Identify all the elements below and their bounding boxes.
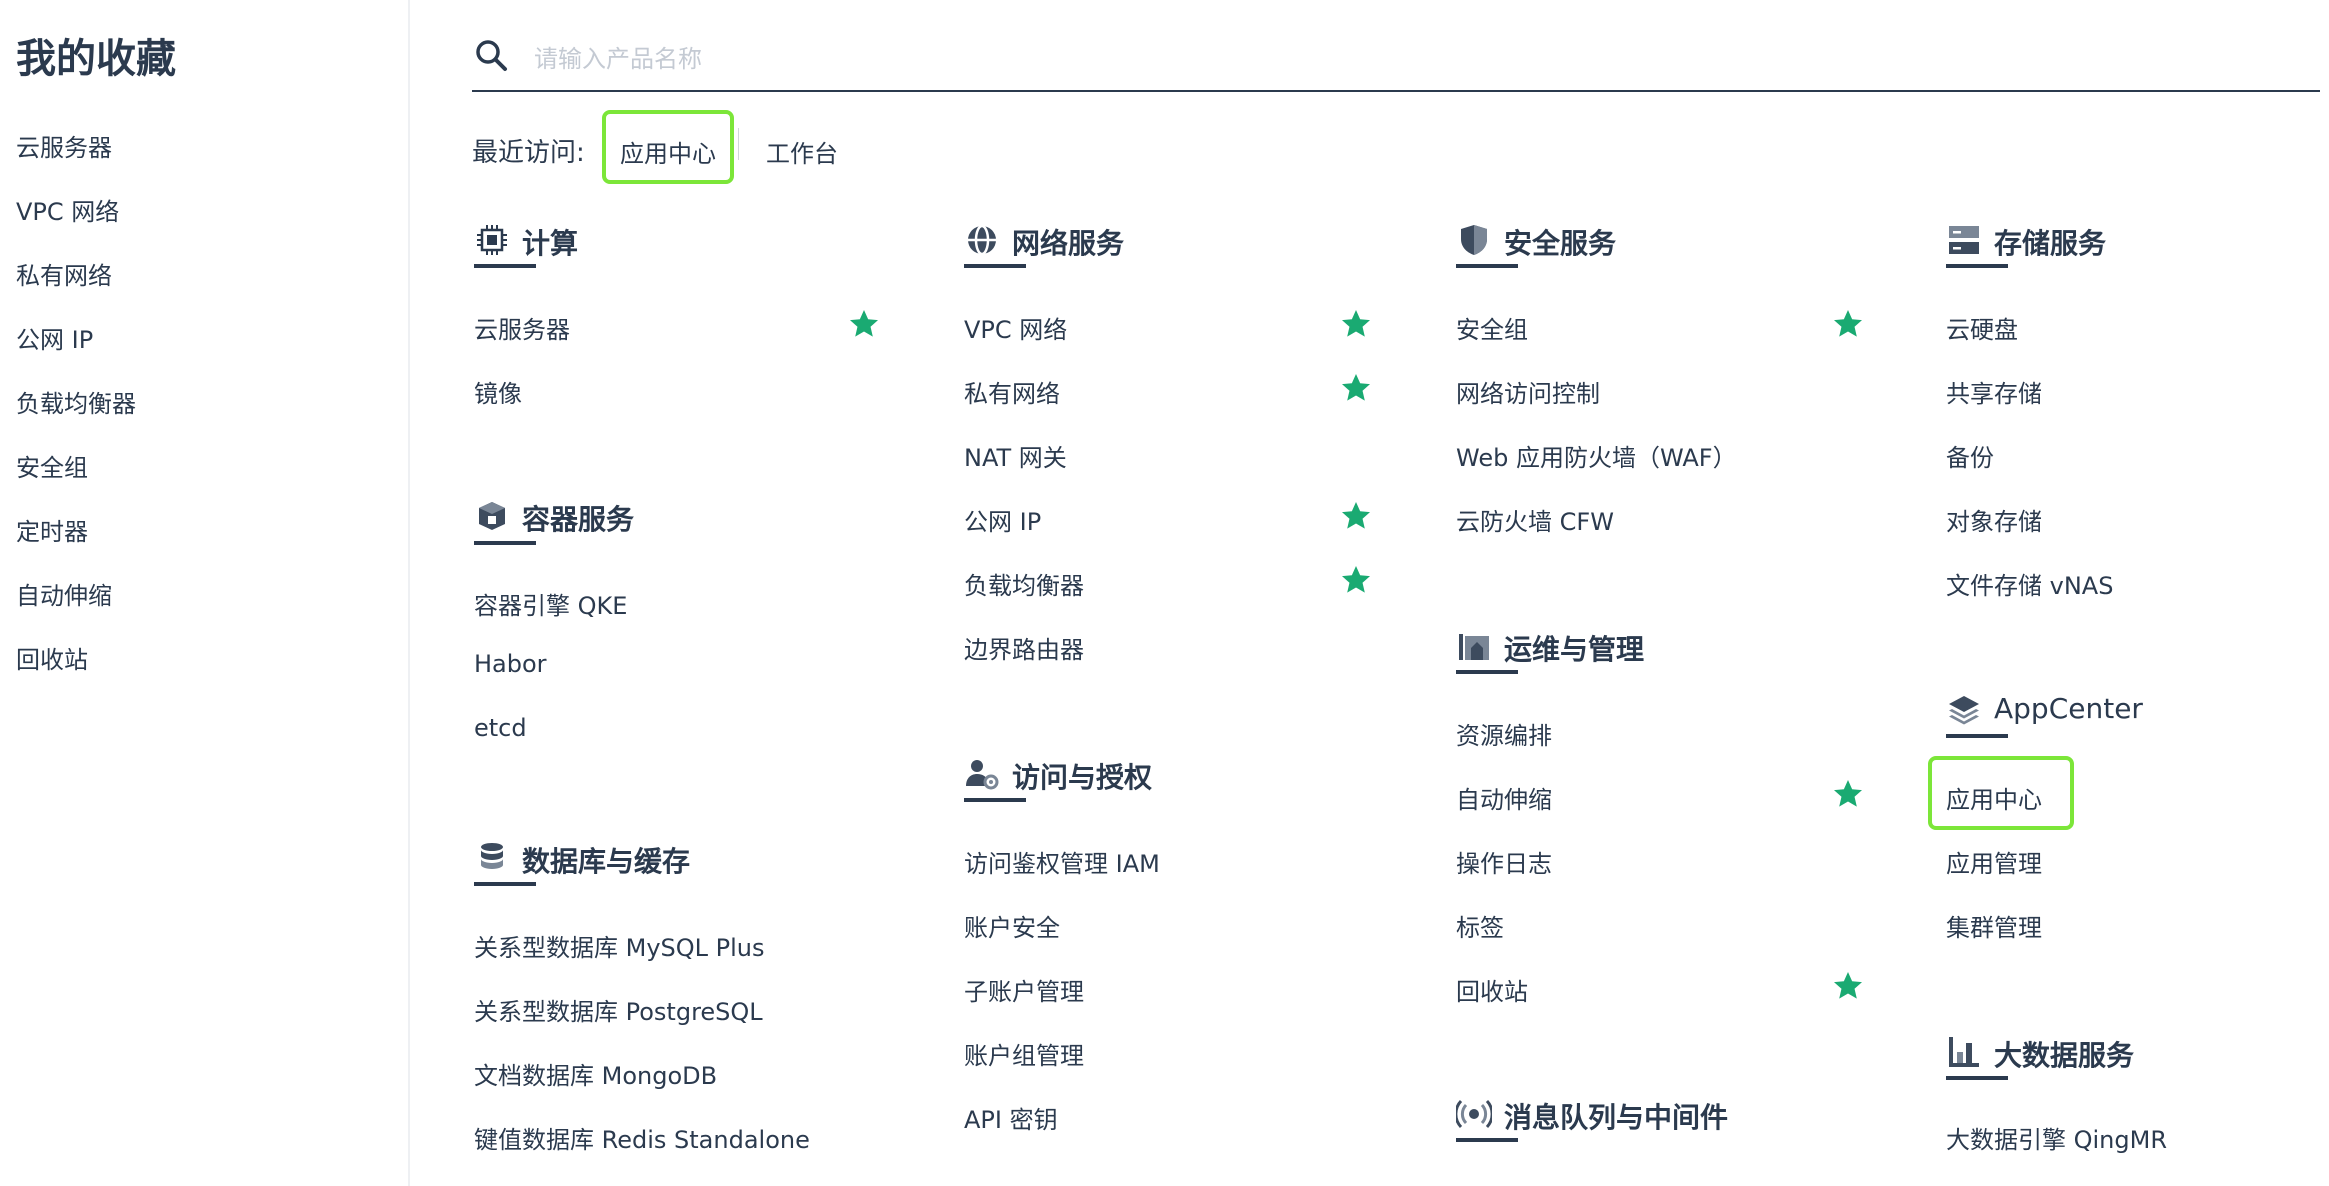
item-border-router[interactable]: 边界路由器 bbox=[964, 630, 1084, 665]
item-object-storage[interactable]: 对象存储 bbox=[1946, 502, 2042, 537]
item-operation-log[interactable]: 操作日志 bbox=[1456, 844, 1552, 879]
item-load-balancer[interactable]: 负载均衡器 bbox=[964, 566, 1084, 601]
item-nat-gateway[interactable]: NAT 网关 bbox=[964, 438, 1067, 473]
star-icon[interactable] bbox=[1340, 564, 1372, 596]
layers-icon bbox=[1949, 696, 1979, 725]
item-qingmr[interactable]: 大数据引擎 QingMR bbox=[1946, 1120, 2167, 1155]
section-underline bbox=[1946, 1076, 2008, 1080]
star-icon[interactable] bbox=[1832, 970, 1864, 1002]
star-icon[interactable] bbox=[1832, 308, 1864, 340]
item-backup[interactable]: 备份 bbox=[1946, 438, 1994, 473]
section-title-network: 网络服务 bbox=[1012, 227, 1125, 260]
section-underline bbox=[474, 541, 536, 545]
sidebar-item-public-ip[interactable]: 公网 IP bbox=[16, 320, 93, 355]
item-redis-standalone[interactable]: 键值数据库 Redis Standalone bbox=[474, 1120, 810, 1155]
item-postgresql[interactable]: 关系型数据库 PostgreSQL bbox=[474, 992, 763, 1027]
section-underline bbox=[964, 264, 1026, 268]
section-title-storage: 存储服务 bbox=[1994, 227, 2107, 260]
search-bar bbox=[472, 30, 2320, 92]
item-account-group[interactable]: 账户组管理 bbox=[964, 1036, 1084, 1071]
cpu-icon bbox=[477, 225, 507, 255]
recent-link-app-center[interactable]: 应用中心 bbox=[620, 134, 716, 169]
sidebar-item-autoscaling[interactable]: 自动伸缩 bbox=[16, 576, 112, 611]
storage-icon bbox=[1949, 226, 1979, 254]
star-icon[interactable] bbox=[1340, 500, 1372, 532]
item-vnas[interactable]: 文件存储 vNAS bbox=[1946, 566, 2113, 601]
star-icon[interactable] bbox=[848, 308, 880, 340]
item-cloud-server[interactable]: 云服务器 bbox=[474, 310, 570, 345]
item-security-group[interactable]: 安全组 bbox=[1456, 310, 1528, 345]
item-cfw[interactable]: 云防火墙 CFW bbox=[1456, 502, 1614, 537]
item-cluster-management[interactable]: 集群管理 bbox=[1946, 908, 2042, 943]
section-title-appcenter: AppCenter bbox=[1994, 692, 2143, 725]
database-icon bbox=[481, 843, 503, 869]
star-icon[interactable] bbox=[1832, 778, 1864, 810]
section-underline bbox=[1946, 734, 2008, 738]
item-recycle-bin[interactable]: 回收站 bbox=[1456, 972, 1528, 1007]
item-app-management[interactable]: 应用管理 bbox=[1946, 844, 2042, 879]
item-etcd[interactable]: etcd bbox=[474, 714, 527, 742]
item-public-ip[interactable]: 公网 IP bbox=[964, 502, 1041, 537]
section-title-ops: 运维与管理 bbox=[1504, 633, 1645, 666]
network-icon bbox=[968, 224, 996, 256]
item-tags[interactable]: 标签 bbox=[1456, 908, 1504, 943]
item-cloud-disk[interactable]: 云硬盘 bbox=[1946, 310, 2018, 345]
section-underline bbox=[1456, 670, 1518, 674]
item-image[interactable]: 镜像 bbox=[474, 374, 522, 409]
recent-divider bbox=[738, 128, 739, 160]
item-network-acl[interactable]: 网络访问控制 bbox=[1456, 374, 1600, 409]
ops-icon bbox=[1459, 634, 1489, 660]
sidebar-title: 我的收藏 bbox=[16, 36, 176, 82]
shield-icon bbox=[1461, 225, 1487, 255]
item-mysql-plus[interactable]: 关系型数据库 MySQL Plus bbox=[474, 928, 765, 963]
section-title-database: 数据库与缓存 bbox=[522, 845, 691, 878]
sidebar-item-cloud-server[interactable]: 云服务器 bbox=[16, 128, 112, 163]
section-underline bbox=[1456, 1138, 1518, 1142]
section-underline bbox=[964, 798, 1026, 802]
sidebar-item-vpc[interactable]: VPC 网络 bbox=[16, 192, 119, 227]
item-qke[interactable]: 容器引擎 QKE bbox=[474, 586, 627, 621]
star-icon[interactable] bbox=[1340, 372, 1372, 404]
item-vpc[interactable]: VPC 网络 bbox=[964, 310, 1067, 345]
item-autoscaling[interactable]: 自动伸缩 bbox=[1456, 780, 1552, 815]
section-title-container: 容器服务 bbox=[522, 503, 635, 536]
item-private-network[interactable]: 私有网络 bbox=[964, 374, 1060, 409]
section-underline bbox=[1946, 264, 2008, 268]
item-mongodb[interactable]: 文档数据库 MongoDB bbox=[474, 1056, 717, 1091]
item-app-center[interactable]: 应用中心 bbox=[1946, 780, 2042, 815]
item-account-security[interactable]: 账户安全 bbox=[964, 908, 1060, 943]
star-icon[interactable] bbox=[1340, 308, 1372, 340]
search-icon[interactable] bbox=[472, 36, 512, 76]
user-gear-icon bbox=[966, 760, 999, 790]
section-title-security: 安全服务 bbox=[1504, 227, 1617, 260]
item-habor[interactable]: Habor bbox=[474, 650, 547, 678]
item-orchestration[interactable]: 资源编排 bbox=[1456, 716, 1552, 751]
broadcast-icon bbox=[1456, 1099, 1492, 1129]
item-shared-storage[interactable]: 共享存储 bbox=[1946, 374, 2042, 409]
section-underline bbox=[474, 882, 536, 886]
item-api-key[interactable]: API 密钥 bbox=[964, 1100, 1058, 1135]
item-iam[interactable]: 访问鉴权管理 IAM bbox=[964, 844, 1160, 879]
section-underline bbox=[474, 264, 536, 268]
item-sub-account[interactable]: 子账户管理 bbox=[964, 972, 1084, 1007]
sidebar: 我的收藏 云服务器 VPC 网络 私有网络 公网 IP 负载均衡器 安全组 定时… bbox=[0, 0, 410, 1186]
section-title-message-queue: 消息队列与中间件 bbox=[1504, 1101, 1729, 1134]
container-icon bbox=[479, 502, 505, 530]
sidebar-item-load-balancer[interactable]: 负载均衡器 bbox=[16, 384, 136, 419]
recent-visits-label: 最近访问: bbox=[472, 138, 585, 168]
item-waf[interactable]: Web 应用防火墙（WAF） bbox=[1456, 438, 1737, 473]
sidebar-item-private-network[interactable]: 私有网络 bbox=[16, 256, 112, 291]
sidebar-item-security-group[interactable]: 安全组 bbox=[16, 448, 88, 483]
section-title-iam: 访问与授权 bbox=[1012, 761, 1153, 794]
section-title-bigdata: 大数据服务 bbox=[1994, 1039, 2135, 1072]
bar-chart-icon bbox=[1949, 1037, 1979, 1067]
sidebar-item-timer[interactable]: 定时器 bbox=[16, 512, 88, 547]
recent-link-workbench[interactable]: 工作台 bbox=[766, 134, 838, 169]
search-input[interactable] bbox=[532, 38, 2236, 80]
section-title-compute: 计算 bbox=[522, 227, 579, 260]
sidebar-item-recycle-bin[interactable]: 回收站 bbox=[16, 640, 88, 675]
section-underline bbox=[1456, 264, 1518, 268]
